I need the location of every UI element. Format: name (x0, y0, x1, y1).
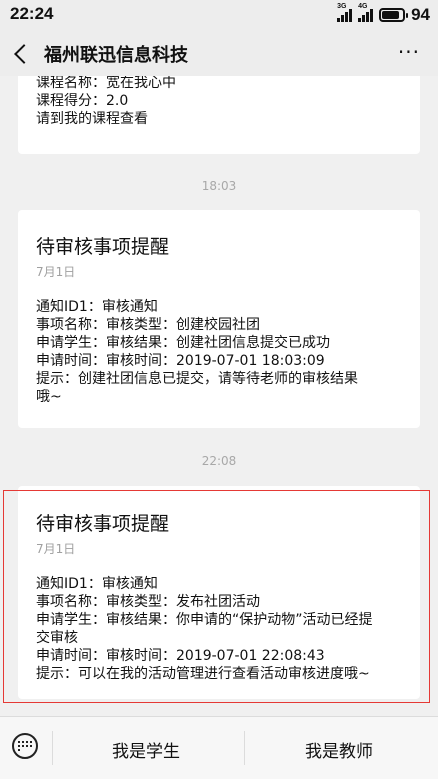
battery-percent: 94 (411, 5, 430, 24)
message-title: 待审核事项提醒 (36, 513, 170, 535)
message-line: 交审核 (36, 630, 78, 646)
message-date: 7月1日 (36, 265, 76, 279)
message-line: 申请时间：审核时间：2019-07-01 22:08:43 (36, 648, 325, 664)
message-body: 通知ID1：审核通知 事项名称：审核类型：发布社团活动 申请学生：审核结果：你申… (36, 575, 402, 683)
message-line: 事项名称：审核类型：发布社团活动 (36, 594, 260, 610)
message-line: 申请时间：审核时间：2019-07-01 18:03:09 (36, 353, 325, 369)
menu-button-teacher[interactable]: 我是教师 (305, 737, 373, 762)
message-line: 通知ID1：审核通知 (36, 299, 158, 315)
message-line: 提示：创建社团信息已提交，请等待老师的审核结果 (36, 371, 358, 387)
message-line: 提示：可以在我的活动管理进行查看活动审核进度哦~ (36, 666, 370, 682)
battery-icon (379, 8, 409, 22)
message-card[interactable]: 课程名称：宽在我心中 课程得分：2.0 请到我的课程查看 (18, 76, 420, 154)
bottom-menu-bar: 我是学生 我是教师 (0, 716, 438, 779)
message-body: 通知ID1：审核通知 事项名称：审核类型：创建校园社团 申请学生：审核结果：创建… (36, 298, 402, 406)
network-type-label: 3G (337, 3, 347, 10)
message-line: 课程得分：2.0 (36, 93, 129, 109)
message-date: 7月1日 (36, 542, 76, 556)
message-timestamp: 22:08 (201, 454, 237, 468)
message-title: 待审核事项提醒 (36, 236, 170, 258)
nav-bar: 福州联迅信息科技 ··· (0, 30, 438, 76)
signal-icon: 3G (337, 3, 353, 22)
status-bar: 22:24 3G 4G 94 (0, 0, 438, 30)
divider (244, 731, 245, 765)
status-time: 22:24 (10, 4, 54, 23)
message-line: 申请学生：审核结果：你申请的“保护动物”活动已经提 (36, 612, 373, 628)
message-card[interactable]: 待审核事项提醒 7月1日 通知ID1：审核通知 事项名称：审核类型：发布社团活动… (18, 486, 420, 699)
more-icon[interactable]: ··· (398, 40, 420, 64)
message-line: 哦~ (36, 389, 62, 405)
divider (52, 731, 53, 765)
message-line: 课程名称：宽在我心中 (36, 76, 176, 91)
message-body: 课程名称：宽在我心中 课程得分：2.0 请到我的课程查看 (36, 76, 402, 128)
message-line: 事项名称：审核类型：创建校园社团 (36, 317, 260, 333)
message-card[interactable]: 待审核事项提醒 7月1日 通知ID1：审核通知 事项名称：审核类型：创建校园社团… (18, 210, 420, 428)
message-line: 通知ID1：审核通知 (36, 576, 158, 592)
message-list[interactable]: 课程名称：宽在我心中 课程得分：2.0 请到我的课程查看 18:03 待审核事项… (0, 76, 438, 716)
keyboard-icon[interactable] (12, 733, 38, 759)
back-icon[interactable] (12, 40, 34, 66)
signal-icon: 4G (358, 3, 374, 22)
page-title: 福州联迅信息科技 (44, 45, 188, 66)
menu-button-student[interactable]: 我是学生 (112, 737, 180, 762)
message-timestamp: 18:03 (201, 179, 237, 193)
network-type-label: 4G (358, 3, 368, 10)
message-line: 申请学生：审核结果：创建社团信息提交已成功 (36, 335, 330, 351)
message-line: 请到我的课程查看 (36, 111, 148, 127)
